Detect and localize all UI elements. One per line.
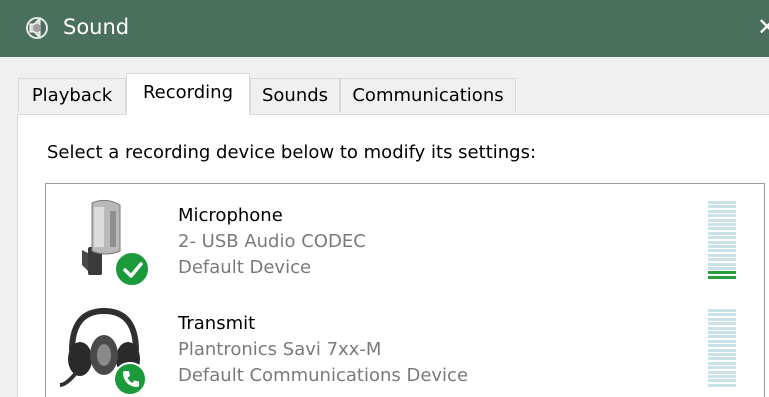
- tab-sounds[interactable]: Sounds: [250, 78, 340, 112]
- level-segment: [708, 262, 736, 266]
- title-bar[interactable]: Sound ✕: [0, 0, 769, 57]
- device-status: Default Communications Device: [178, 365, 469, 386]
- level-segment: [708, 361, 736, 365]
- level-segment: [708, 370, 736, 374]
- device-name: Microphone: [178, 205, 283, 226]
- level-segment: [708, 209, 736, 213]
- level-segment: [708, 201, 736, 204]
- level-segment: [708, 375, 736, 378]
- device-status: Default Device: [178, 257, 312, 278]
- level-segment: [708, 267, 736, 270]
- level-segment: [708, 240, 736, 244]
- level-segment: [708, 366, 736, 370]
- level-segment: [708, 205, 736, 209]
- level-segment: [708, 309, 736, 312]
- level-segment: [708, 344, 736, 348]
- level-segment: [708, 379, 736, 383]
- level-segment: [708, 236, 736, 240]
- level-segment: [708, 326, 736, 330]
- microphone-icon: [82, 199, 150, 285]
- level-segment: [708, 249, 736, 253]
- level-segment: [708, 331, 736, 334]
- level-segment: [708, 357, 736, 361]
- device-name: Transmit: [178, 313, 256, 334]
- tab-playback[interactable]: Playback: [18, 78, 126, 112]
- level-segment: [708, 218, 736, 222]
- level-segment: [708, 317, 736, 321]
- sound-dialog: Sound ✕ Playback Recording Sounds Commun…: [0, 0, 769, 397]
- instruction-text: Select a recording device below to modif…: [47, 142, 537, 163]
- level-segment: [708, 339, 736, 343]
- level-segment: [708, 348, 736, 352]
- checkmark-icon: [123, 262, 143, 278]
- phone-icon: [123, 371, 139, 387]
- level-segment: [708, 275, 736, 279]
- level-segment: [708, 223, 736, 226]
- level-segment: [708, 214, 736, 218]
- window-title: Sound: [63, 15, 130, 39]
- level-segment: [708, 313, 736, 317]
- device-driver: 2- USB Audio CODEC: [178, 231, 366, 252]
- level-segment: [708, 245, 736, 248]
- level-segment: [708, 258, 736, 262]
- level-segment: [708, 253, 736, 257]
- tab-recording[interactable]: Recording: [126, 73, 250, 115]
- tab-communications[interactable]: Communications: [340, 78, 516, 112]
- level-segment: [708, 231, 736, 235]
- speaker-icon: [26, 16, 48, 40]
- level-segment: [708, 271, 736, 275]
- close-button[interactable]: ✕: [757, 10, 769, 44]
- device-driver: Plantronics Savi 7xx-M: [178, 339, 382, 360]
- level-segment: [708, 227, 736, 231]
- level-segment: [708, 383, 736, 387]
- level-segment: [708, 335, 736, 339]
- level-segment: [708, 353, 736, 356]
- level-segment: [708, 322, 736, 326]
